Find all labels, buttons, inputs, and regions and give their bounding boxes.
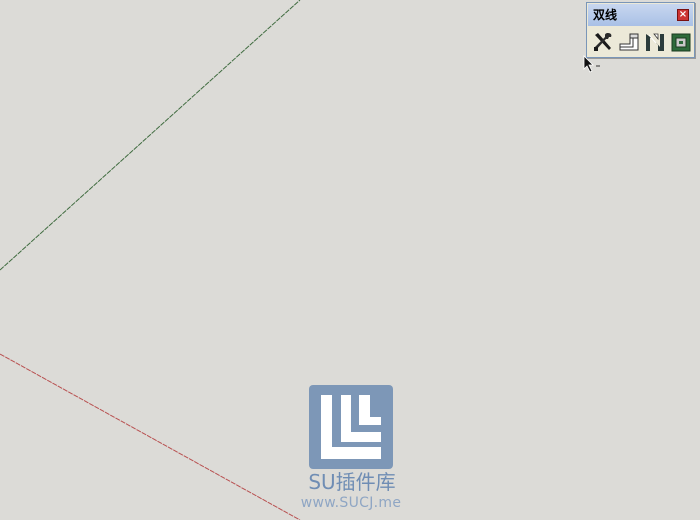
settings-button[interactable] bbox=[590, 29, 615, 55]
double-line-offset-icon bbox=[644, 31, 666, 53]
mouse-cursor-icon bbox=[583, 55, 601, 79]
settings-tools-icon bbox=[592, 31, 614, 53]
red-axis-line bbox=[0, 353, 301, 520]
close-icon: × bbox=[678, 9, 688, 20]
double-line-button[interactable] bbox=[616, 29, 641, 55]
model-viewport[interactable]: SU插件库 www.SUCJ.me 双线 × bbox=[0, 0, 700, 520]
close-button[interactable]: × bbox=[677, 9, 689, 21]
double-line-icon bbox=[618, 31, 640, 53]
toolbar-titlebar[interactable]: 双线 × bbox=[588, 4, 693, 26]
toolbar-button-row bbox=[590, 29, 693, 55]
toolbar-title: 双线 bbox=[593, 8, 618, 22]
double-line-offset-button[interactable] bbox=[642, 29, 667, 55]
double-line-close-icon bbox=[670, 31, 692, 53]
double-line-toolbar[interactable]: 双线 × bbox=[586, 2, 695, 58]
green-axis-line bbox=[0, 0, 301, 271]
double-line-close-button[interactable] bbox=[668, 29, 693, 55]
